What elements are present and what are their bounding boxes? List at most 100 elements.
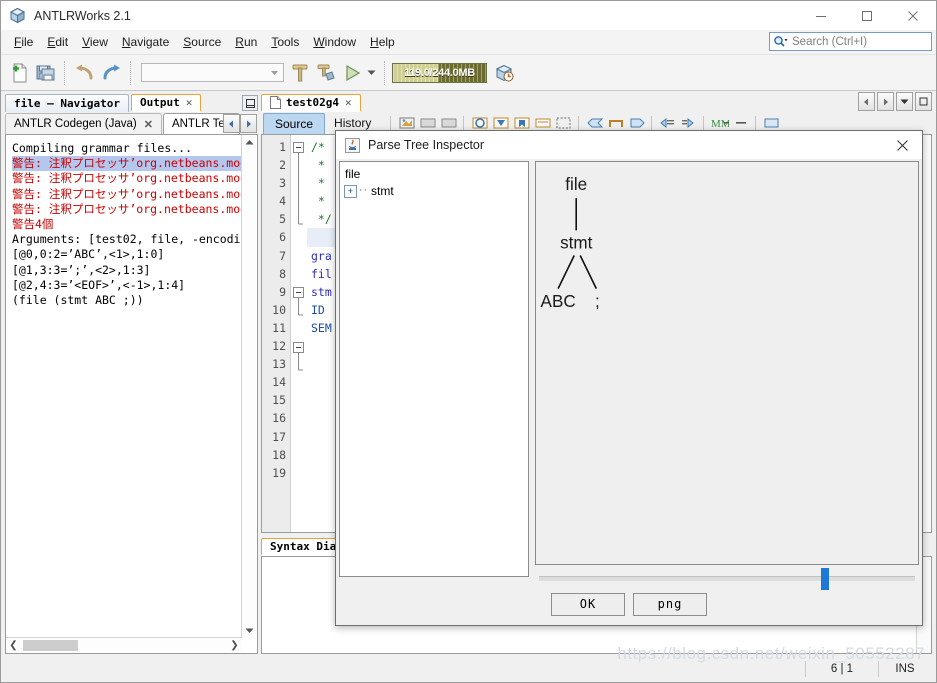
status-bar: https://blog.csdn.net/weixin_50552287 6 … [2,644,935,681]
fold-markers [293,142,304,371]
toolbar-separator [130,60,132,85]
console-line: 警告: 注釈プロセッサ’org.netbeans.mod [12,156,255,172]
editor-toolbar-separator [651,115,653,131]
search-input[interactable]: Search (Ctrl+I) [769,32,932,51]
subtab-antlr-codegen-close-icon[interactable]: ✕ [144,118,153,131]
tree-node-file-label: file [345,167,361,181]
expand-icon[interactable]: + [344,185,357,198]
run-dropdown-icon[interactable] [365,60,378,86]
menu-run[interactable]: Run [228,32,264,52]
console-line: 警告4個 [12,217,54,232]
tab-test02g4[interactable]: test02g4 ✕ [261,94,361,112]
parse-node-file: file [565,175,587,194]
line-number: 6 [279,230,286,245]
svg-text:MM: MM [711,118,729,130]
dialog-button-row: OK png [336,583,922,625]
editor-toolbar-separator [703,115,705,131]
console-line: [@2,4:3=’<EOF>’,<-1>,1:4] [12,277,186,292]
scroll-right-icon[interactable]: ❯ [227,640,242,651]
zoom-slider[interactable] [539,567,915,590]
scroll-up-icon[interactable] [242,135,257,150]
dialog-close-button[interactable] [882,131,922,159]
tree-node-stmt-label: stmt [371,184,394,198]
subtab-prev-button[interactable] [223,114,240,133]
code-folding-column[interactable] [291,135,307,532]
chevron-down-icon [271,71,278,75]
zoom-slider-thumb[interactable] [821,567,829,590]
tab-file-navigator[interactable]: file – Navigator [5,94,129,112]
tab-output-close-icon[interactable]: ✕ [186,96,193,109]
tab-history-label: History [334,116,372,130]
subtab-antlr-test-label: ANTLR Tes [171,118,231,130]
console-line: [@0,0:2=’ABC’,<1>,1:0] [12,247,165,262]
watermark: https://blog.csdn.net/weixin_50552287 [617,644,925,663]
scroll-left-icon[interactable]: ❮ [6,640,21,651]
undo-icon[interactable] [72,60,98,86]
new-file-icon[interactable] [6,60,32,86]
line-number: 19 [272,465,286,480]
document-icon [270,96,281,109]
tree-node-file[interactable]: file [344,166,528,183]
configuration-combo[interactable] [141,63,284,82]
line-number: 14 [272,375,286,390]
horizontal-scroll-thumb[interactable] [23,640,78,651]
menu-tools[interactable]: Tools [264,32,306,52]
minimize-button[interactable] [798,1,844,30]
line-number: 10 [272,302,286,317]
console-lines: Compiling grammar files... 警告: 注釈プロセッサ’o… [6,135,257,310]
clean-build-icon[interactable] [313,60,339,86]
tab-source[interactable]: Source [263,112,326,134]
build-icon[interactable] [287,60,313,86]
redo-icon[interactable] [98,60,124,86]
memory-gauge[interactable]: 119.0/244.0MB [392,62,487,83]
parse-tree-inspector-dialog: Parse Tree Inspector file + ‧‧ stmt file… [335,130,923,626]
tab-output[interactable]: Output ✕ [130,94,202,112]
png-button-label: png [657,597,683,611]
ok-button-label: OK [579,597,597,611]
subtab-antlr-codegen-label: ANTLR Codegen (Java) [14,118,137,130]
menu-navigate[interactable]: Navigate [115,32,176,52]
editor-next-button[interactable] [877,92,894,111]
menu-help[interactable]: Help [363,32,402,52]
dialog-title-bar: Parse Tree Inspector [336,131,922,159]
console-line: Compiling grammar files... [12,141,193,155]
line-number: 17 [272,429,286,444]
scroll-down-icon[interactable] [242,623,257,638]
line-number: 1 [279,140,286,154]
subtab-next-button[interactable] [240,114,257,133]
output-window: file – Navigator Output ✕ ANTLR Codegen … [2,92,261,657]
profiler-icon[interactable] [491,60,517,86]
line-number: 11 [272,320,286,335]
menu-edit[interactable]: Edit [40,32,75,52]
save-all-icon[interactable] [32,60,58,86]
editor-list-button[interactable] [896,92,913,111]
png-button[interactable]: png [633,592,707,616]
parse-tree-outline[interactable]: file + ‧‧ stmt [339,161,529,577]
close-button[interactable] [890,1,936,30]
ok-button[interactable]: OK [551,592,625,616]
line-number-gutter: 1 2 3 4 5 6 7 8 9 10 11 12 13 14 15 16 1… [262,135,291,532]
parse-tree-graphic: file stmt ABC ; [541,175,600,311]
menu-file[interactable]: File [7,32,40,52]
line-number: 16 [272,411,286,426]
editor-prev-button[interactable] [858,92,875,111]
line-number: 4 [279,194,286,209]
tab-syntax-diagram[interactable]: Syntax Dia [261,538,346,556]
parse-tree-canvas[interactable]: file stmt ABC ; [535,161,919,566]
subtab-antlr-codegen[interactable]: ANTLR Codegen (Java) ✕ [5,113,162,134]
editor-maximize-button[interactable] [915,92,932,111]
toolbar-separator [384,60,386,85]
output-console[interactable]: Compiling grammar files... 警告: 注釈プロセッサ’o… [5,134,258,654]
menu-view[interactable]: View [75,32,115,52]
tab-test02g4-close-icon[interactable]: ✕ [345,96,352,109]
maximize-button[interactable] [844,1,890,30]
menu-window[interactable]: Window [306,32,363,52]
run-icon[interactable] [339,60,365,86]
toolbar-separator [64,60,66,85]
console-horizontal-scrollbar[interactable]: ❮ ❯ [6,637,242,653]
console-vertical-scrollbar[interactable] [241,135,257,638]
line-number: 18 [272,447,286,462]
tree-node-stmt[interactable]: + ‧‧ stmt [344,183,528,200]
menu-source[interactable]: Source [176,32,228,52]
minimize-window-icon[interactable] [242,95,258,111]
